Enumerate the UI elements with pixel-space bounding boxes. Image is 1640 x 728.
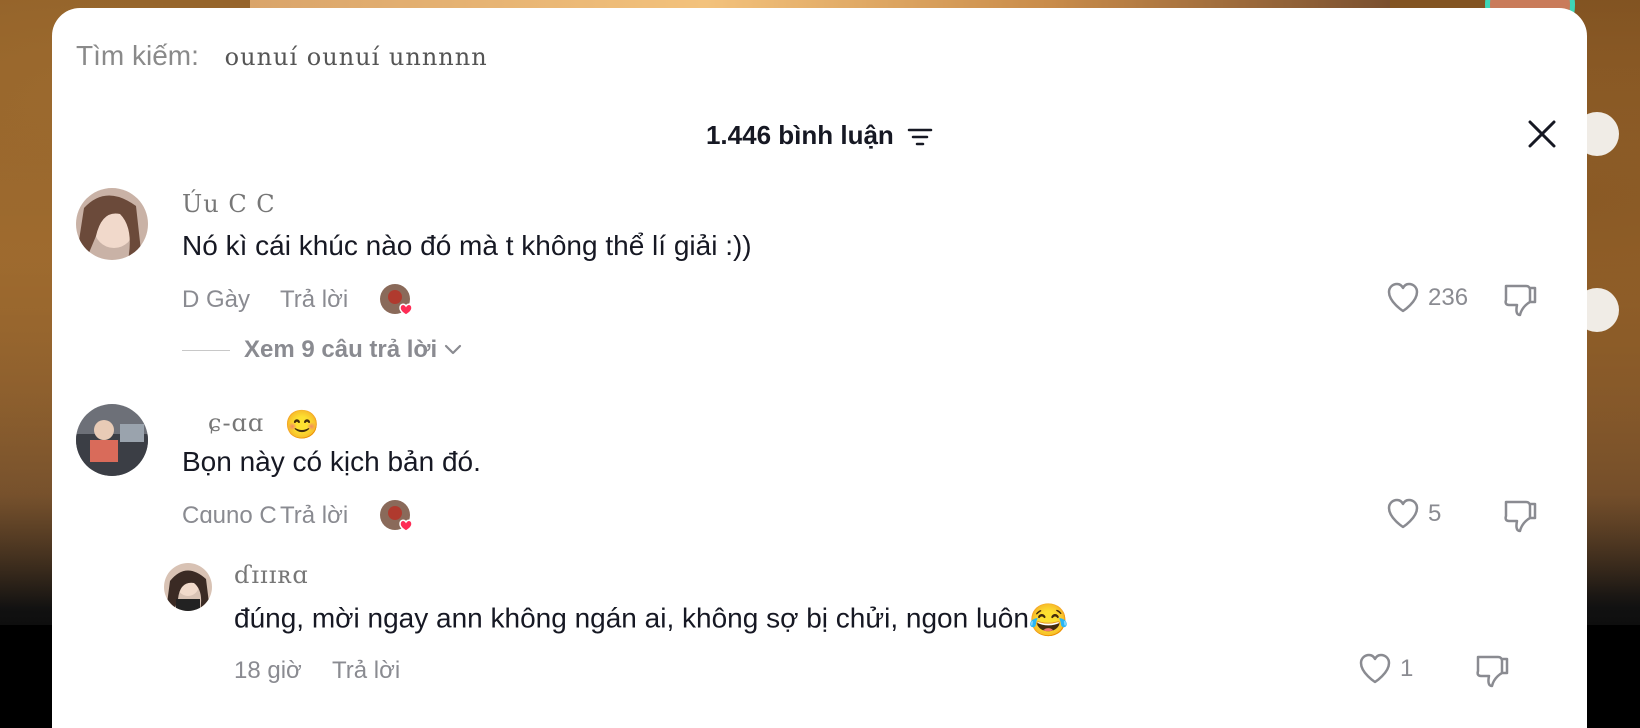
comment-text: Bọn này có kịch bản đó. (182, 446, 481, 477)
avatar[interactable] (164, 563, 212, 611)
heart-outline-icon (1359, 653, 1391, 684)
like-count: 5 (1428, 500, 1442, 527)
comment-text: Nó kì cái khúc nào đó mà t không thể lí … (182, 230, 752, 261)
close-icon (1528, 120, 1556, 148)
comments-count-title: 1.446 bình luận (705, 120, 894, 150)
smile-emoji-icon: 😊 (284, 408, 321, 441)
comment-time: Cɑuno C (182, 502, 277, 529)
username[interactable]: Úu C C (182, 190, 276, 218)
reply-button[interactable]: Trả lời (332, 657, 400, 685)
comments-header: 1.446 bình luận (52, 120, 1587, 151)
reply-button[interactable]: Trả lời (280, 502, 348, 530)
like-count: 1 (1400, 655, 1414, 682)
like-count: 236 (1428, 284, 1469, 311)
thumbs-down-icon (1504, 500, 1537, 533)
close-button[interactable] (1520, 112, 1564, 156)
avatar[interactable] (76, 188, 148, 260)
video-top-strip (250, 0, 1390, 8)
like-button[interactable]: 236 (1386, 282, 1468, 314)
thumbs-down-icon (1476, 655, 1509, 688)
creator-liked-badge (380, 284, 413, 316)
comment-time: D Gày (182, 286, 251, 313)
chevron-down-icon (445, 344, 462, 355)
comments-sheet: Tìm kiếm: ounuí ounuí unnnnn 1.446 bình … (52, 8, 1587, 728)
search-label: Tìm kiếm: (76, 40, 199, 71)
dislike-button[interactable] (1474, 653, 1510, 689)
view-replies-label: Xem 9 câu trả lời (244, 336, 438, 363)
heart-outline-icon (1387, 498, 1419, 529)
laughing-emoji-icon: 😂 (1028, 602, 1069, 638)
reply-button[interactable]: Trả lời (280, 286, 348, 314)
avatar[interactable] (76, 404, 148, 476)
creator-liked-badge (380, 500, 413, 532)
like-button[interactable]: 1 (1358, 653, 1413, 685)
dislike-button[interactable] (1502, 282, 1538, 318)
heart-outline-icon (1387, 282, 1419, 313)
reply-time: 18 giờ (234, 657, 302, 684)
view-replies-button[interactable]: Xem 9 câu trả lời (182, 336, 463, 364)
search-suggestion[interactable]: Tìm kiếm: ounuí ounuí unnnnn (76, 40, 488, 72)
username[interactable]: ɕ-ɑɑ 😊 (208, 408, 321, 441)
search-query: ounuí ounuí unnnnn (224, 43, 488, 71)
thumbs-down-icon (1504, 284, 1537, 317)
sort-icon[interactable] (907, 124, 933, 146)
username[interactable]: ɗɪɪɪʀɑ (234, 561, 309, 589)
like-button[interactable]: 5 (1386, 498, 1441, 530)
comment-text: đúng, mời ngay ann không ngán ai, không … (234, 602, 1069, 638)
dislike-button[interactable] (1502, 498, 1538, 534)
divider-line (182, 349, 230, 351)
